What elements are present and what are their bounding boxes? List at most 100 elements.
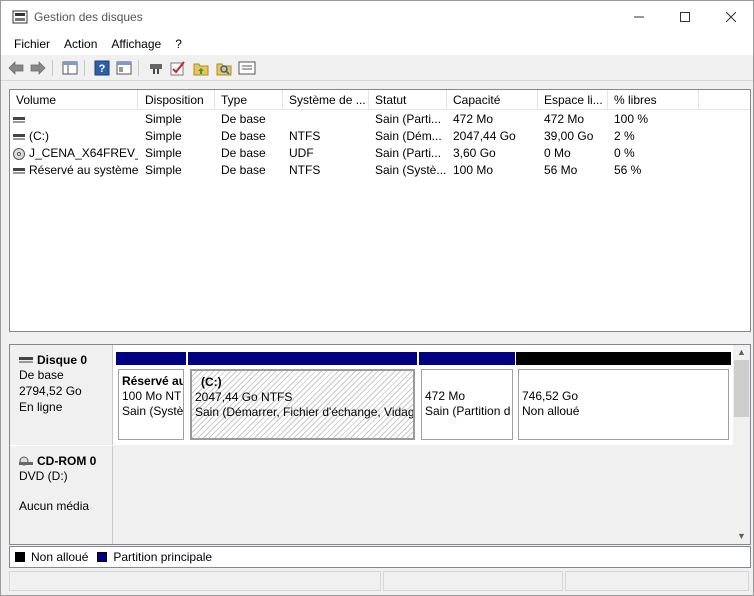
disk-volume-icon <box>13 116 25 123</box>
cdrom-0-name: CD-ROM 0 <box>19 454 112 468</box>
partition-status: Non alloué <box>522 404 580 418</box>
search-folder-icon <box>216 63 232 76</box>
percent-free-cell: 0 % <box>614 146 635 160</box>
type-cell: De base <box>221 129 266 143</box>
capacity-cell: 2047,44 Go <box>453 129 516 143</box>
cdrom-0-media: Aucun média <box>19 499 90 513</box>
disposition-cell: Simple <box>145 112 182 126</box>
partition-status: Sain (Systè <box>122 404 184 418</box>
partition-body-selected: (C:) 2047,44 Go NTFS Sain (Démarrer, Fic… <box>190 369 415 440</box>
forward-arrow-icon <box>30 61 46 75</box>
disk-0-info[interactable]: Disque 0 De base 2794,52 Go En ligne <box>10 345 113 445</box>
volume-cell: Réservé au système <box>10 162 138 179</box>
partition-status: Sain (Partition d <box>425 404 511 418</box>
column-header-percent-free[interactable]: % libres <box>608 90 699 110</box>
status-segment <box>9 571 381 591</box>
free-space-cell: 0 Mo <box>544 146 571 160</box>
column-header-free-space[interactable]: Espace li... <box>538 90 608 110</box>
disk-volume-icon <box>13 133 25 140</box>
partition-status: Sain (Démarrer, Fichier d'échange, Vidag… <box>195 405 415 419</box>
capacity-cell: 3,60 Go <box>453 146 496 160</box>
partition-recovery[interactable]: 472 Mo Sain (Partition d <box>419 352 515 440</box>
menu-action[interactable]: Action <box>57 37 104 51</box>
volume-row[interactable]: Simple De base Sain (Parti... 472 Mo 472… <box>10 111 750 128</box>
connect-button[interactable] <box>147 59 165 77</box>
cdrom-0-info[interactable]: CD-ROM 0 DVD (D:) Aucun média <box>10 446 113 544</box>
console-button[interactable] <box>238 59 256 77</box>
percent-free-cell: 2 % <box>614 129 635 143</box>
status-segment <box>383 571 563 591</box>
status-segment <box>565 571 749 591</box>
volume-cell <box>10 111 138 128</box>
disk-management-window: Gestion des disques Fichier Action Affic… <box>0 0 754 596</box>
status-cell: Sain (Systè... <box>375 163 447 177</box>
partition-c[interactable]: (C:) 2047,44 Go NTFS Sain (Démarrer, Fic… <box>188 352 417 440</box>
disposition-cell: Simple <box>145 129 182 143</box>
folder-up-icon <box>193 63 209 76</box>
status-cell: Sain (Parti... <box>375 112 442 126</box>
column-header-volume[interactable]: Volume <box>10 90 138 110</box>
volume-list[interactable]: Volume Disposition Type Système de ... S… <box>9 89 751 332</box>
maximize-button[interactable] <box>662 1 708 33</box>
back-button[interactable] <box>7 59 25 77</box>
cdrom-0-type: DVD (D:) <box>19 469 68 483</box>
pane-splitter[interactable] <box>9 332 751 344</box>
type-cell: De base <box>221 112 266 126</box>
disk-0-name: Disque 0 <box>19 353 112 367</box>
help-icon: ? <box>94 60 110 76</box>
disk-map-scrollbar[interactable]: ▲ ▼ <box>733 345 750 544</box>
menu-view[interactable]: Affichage <box>104 37 168 51</box>
back-arrow-icon <box>8 61 24 75</box>
disposition-cell: Simple <box>145 163 182 177</box>
status-cell: Sain (Dém... <box>375 129 442 143</box>
volume-row[interactable]: (C:) Simple De base NTFS Sain (Dém... 20… <box>10 128 750 145</box>
primary-partition-bar <box>188 352 417 365</box>
scroll-down-icon[interactable]: ▼ <box>733 529 750 544</box>
column-header-capacity[interactable]: Capacité <box>447 90 538 110</box>
svg-text:?: ? <box>99 63 106 75</box>
window-title: Gestion des disques <box>34 10 143 24</box>
minimize-button[interactable] <box>616 1 662 33</box>
percent-free-cell: 100 % <box>614 112 649 126</box>
partition-size: 746,52 Go <box>522 389 579 403</box>
close-icon <box>726 12 736 22</box>
type-cell: De base <box>221 146 266 160</box>
connect-icon <box>150 64 162 74</box>
cdrom-0-volume-area[interactable] <box>113 445 733 544</box>
folder-up-button[interactable] <box>192 59 210 77</box>
partition-body: Réservé au 100 Mo NT Sain (Systè <box>118 369 184 440</box>
column-header-type[interactable]: Type <box>215 90 283 110</box>
show-hide-tree-button[interactable] <box>61 59 79 77</box>
forward-button[interactable] <box>29 59 47 77</box>
close-button[interactable] <box>708 1 754 33</box>
partition-size: 472 Mo <box>425 389 466 403</box>
scroll-thumb[interactable] <box>734 360 749 417</box>
capacity-cell: 472 Mo <box>453 112 494 126</box>
properties-button[interactable] <box>115 59 133 77</box>
hard-disk-icon <box>19 357 33 363</box>
disposition-cell: Simple <box>145 146 182 160</box>
column-header-filesystem[interactable]: Système de ... <box>283 90 369 110</box>
help-button[interactable]: ? <box>93 59 111 77</box>
cd-drive-icon <box>19 456 33 466</box>
menu-help[interactable]: ? <box>168 37 189 51</box>
search-folder-button[interactable] <box>215 59 233 77</box>
scroll-up-icon[interactable]: ▲ <box>733 345 750 360</box>
check-icon <box>170 61 185 76</box>
status-bar <box>9 571 751 593</box>
check-button[interactable] <box>169 59 187 77</box>
unallocated-bar <box>516 352 731 365</box>
volume-cell: (C:) <box>10 128 138 145</box>
filesystem-cell: UDF <box>289 146 314 160</box>
menu-file[interactable]: Fichier <box>7 37 57 51</box>
partition-title: Réservé au <box>122 374 184 388</box>
partition-unallocated[interactable]: 746,52 Go Non alloué <box>516 352 731 440</box>
partition-title: (C:) <box>201 375 222 389</box>
column-header-status[interactable]: Statut <box>369 90 447 110</box>
volume-row[interactable]: Réservé au système Simple De base NTFS S… <box>10 162 750 179</box>
column-header-disposition[interactable]: Disposition <box>139 90 215 110</box>
volume-row[interactable]: J_CENA_X64FREV_... Simple De base UDF Sa… <box>10 145 750 162</box>
partition-size: 100 Mo NT <box>122 389 182 403</box>
partition-reserved[interactable]: Réservé au 100 Mo NT Sain (Systè <box>116 352 186 440</box>
primary-partition-bar <box>419 352 515 365</box>
